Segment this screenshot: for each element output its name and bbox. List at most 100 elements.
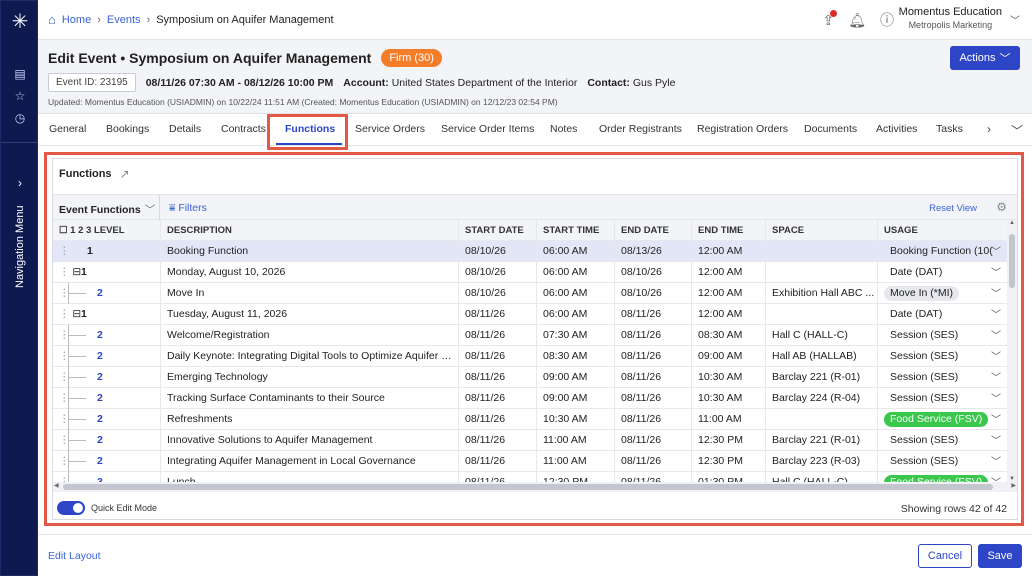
col-header-end-date[interactable]: END DATE [615,220,692,241]
chevron-down-icon[interactable]: ﹀ [991,347,1001,367]
cell-description[interactable]: Booking Function [161,241,459,262]
tab-order-registrants[interactable]: Order Registrants [599,123,682,135]
cell-start-date[interactable]: 08/11/26 [459,472,537,482]
cell-level[interactable]: ⋮ 2 [53,367,161,388]
tab-documents[interactable]: Documents [804,123,857,135]
cell-description[interactable]: Welcome/Registration [161,325,459,346]
cell-description[interactable]: Monday, August 10, 2026 [161,262,459,283]
cell-end-date[interactable]: 08/10/26 [615,283,692,304]
cell-start-time[interactable]: 07:30 AM [537,325,615,346]
cell-level[interactable]: ⋮ 2 [53,346,161,367]
horizontal-scrollbar[interactable]: ◀ ▶ [53,482,1017,492]
breadcrumb-events[interactable]: Events [107,14,141,26]
tab-details[interactable]: Details [169,123,201,135]
cell-start-time[interactable]: 06:00 AM [537,241,615,262]
table-row[interactable]: ⋮ 2 Move In 08/10/26 06:00 AM 08/10/26 12:00 A… [53,283,1007,304]
cell-start-time[interactable]: 06:00 AM [537,283,615,304]
cell-end-date[interactable]: 08/11/26 [615,430,692,451]
status-badge[interactable]: Firm (30) [381,49,442,67]
reset-view-link[interactable]: Reset View [929,203,977,214]
cell-start-date[interactable]: 08/11/26 [459,409,537,430]
cell-start-date[interactable]: 08/11/26 [459,304,537,325]
user-menu[interactable]: Momentus Education Metropolis Marketing [899,6,1002,32]
table-row[interactable]: ⋮ 2 Refreshments 08/11/26 10:30 AM 08/11/26 11… [53,409,1007,430]
table-row[interactable]: ⋮ ⊟ 1 Tuesday, August 11, 2026 08/11/26 06:0… [53,304,1007,325]
tab-notes[interactable]: Notes [550,123,577,135]
edit-layout-link[interactable]: Edit Layout [48,550,101,562]
chevron-down-icon[interactable]: ﹀ [991,368,1001,388]
cell-usage[interactable]: Session (SES) ﹀ [878,325,1007,346]
cell-end-time[interactable]: 12:00 AM [692,241,766,262]
cell-space[interactable] [766,262,878,283]
cell-start-time[interactable]: 09:00 AM [537,367,615,388]
tab-activities[interactable]: Activities [876,123,917,135]
cell-description[interactable]: Daily Keynote: Integrating Digital Tools… [161,346,459,367]
table-row[interactable]: ⋮ 3 Lunch 08/11/26 12:30 PM 08/11/26 01:30 PM H… [53,472,1007,482]
cell-end-time[interactable]: 09:00 AM [692,346,766,367]
upload-notification-icon[interactable]: ⇪ [822,9,838,29]
bell-icon[interactable]: 🔔︎ [848,12,866,29]
cell-level[interactable]: ⋮ ⊟ 1 [53,262,161,283]
cell-space[interactable]: Hall C (HALL-C) [766,472,878,482]
cell-level[interactable]: ⋮ 2 [53,325,161,346]
cell-description[interactable]: Emerging Technology [161,367,459,388]
cell-start-date[interactable]: 08/11/26 [459,451,537,472]
cell-end-date[interactable]: 08/11/26 [615,346,692,367]
cell-start-time[interactable]: 06:00 AM [537,262,615,283]
cell-start-time[interactable]: 06:00 AM [537,304,615,325]
tab-tasks[interactable]: Tasks [936,123,963,135]
cell-start-time[interactable]: 10:30 AM [537,409,615,430]
cell-space[interactable] [766,304,878,325]
cell-usage[interactable]: Food Service (FSV)﹀ [878,409,1007,430]
tab-contracts[interactable]: Contracts [221,123,266,135]
cell-usage[interactable]: Date (DAT) ﹀ [878,262,1007,283]
cell-start-time[interactable]: 11:00 AM [537,430,615,451]
col-header-start-date[interactable]: START DATE [459,220,537,241]
chevron-down-icon[interactable]: ﹀ [1011,122,1023,139]
cell-space[interactable] [766,241,878,262]
col-header-description[interactable]: DESCRIPTION [161,220,459,241]
cell-usage[interactable]: Booking Function (10(﹀ [878,241,1007,262]
table-row[interactable]: ⋮ 2 Welcome/Registration 08/11/26 07:30 AM 08… [53,325,1007,346]
cell-end-time[interactable]: 08:30 AM [692,325,766,346]
star-icon[interactable]: ☆ [1,87,39,105]
cell-usage[interactable]: Session (SES) ﹀ [878,388,1007,409]
cell-space[interactable] [766,409,878,430]
cell-usage[interactable]: Move In (*MI) ﹀ [878,283,1007,304]
cell-level[interactable]: ⋮ 2 [53,409,161,430]
calendar-icon[interactable]: ▤ [1,65,39,83]
cell-space[interactable]: Barclay 221 (R-01) [766,430,878,451]
cell-start-date[interactable]: 08/11/26 [459,430,537,451]
cell-start-time[interactable]: 11:00 AM [537,451,615,472]
actions-button[interactable]: Actions ﹀ [950,46,1020,70]
cell-start-time[interactable]: 09:00 AM [537,388,615,409]
cell-end-time[interactable]: 10:30 AM [692,388,766,409]
chevron-down-icon[interactable]: ﹀ [991,410,1001,430]
tab-registration-orders[interactable]: Registration Orders [697,123,788,135]
cell-start-time[interactable]: 08:30 AM [537,346,615,367]
cell-end-date[interactable]: 08/11/26 [615,304,692,325]
collapse-icon[interactable]: ⊟ [70,308,81,320]
cell-space[interactable]: Hall AB (HALLAB) [766,346,878,367]
cell-level[interactable]: ⋮ 3 [53,472,161,482]
cell-usage[interactable]: Session (SES) ﹀ [878,430,1007,451]
cell-end-time[interactable]: 12:00 AM [692,304,766,325]
cell-level[interactable]: ⋮ 2 [53,451,161,472]
collapse-icon[interactable]: ⊟ [70,266,81,278]
cell-end-time[interactable]: 12:30 PM [692,451,766,472]
col-header-start-time[interactable]: START TIME [537,220,615,241]
external-link-icon[interactable]: ↗ [120,167,130,181]
clock-icon[interactable]: ◷ [1,109,39,127]
cell-space[interactable]: Hall C (HALL-C) [766,325,878,346]
chevron-down-icon[interactable]: ﹀ [991,473,1001,482]
gear-icon[interactable]: ⚙ [996,200,1007,214]
cell-start-date[interactable]: 08/11/26 [459,388,537,409]
cell-description[interactable]: Integrating Aquifer Management in Local … [161,451,459,472]
table-row[interactable]: ⋮ 2 Innovative Solutions to Aquifer Manage… [53,430,1007,451]
cell-end-time[interactable]: 11:00 AM [692,409,766,430]
tab-general[interactable]: General [49,123,86,135]
cell-level[interactable]: ⋮ ⊟ 1 [53,304,161,325]
table-row[interactable]: ⋮ 2 Integrating Aquifer Management in Loca… [53,451,1007,472]
cell-end-date[interactable]: 08/11/26 [615,325,692,346]
cell-start-date[interactable]: 08/10/26 [459,241,537,262]
